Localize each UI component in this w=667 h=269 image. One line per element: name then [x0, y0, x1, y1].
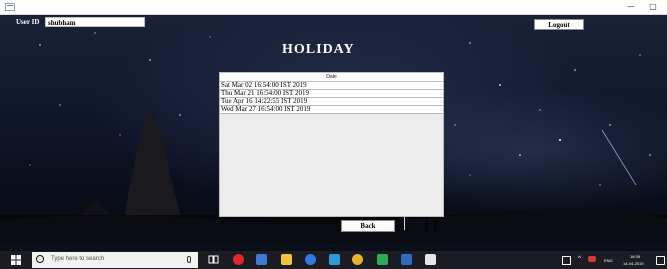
- clock-date[interactable]: 14-04-2019: [623, 261, 643, 266]
- java-app-icon[interactable]: [425, 254, 436, 265]
- opera-icon[interactable]: [233, 254, 244, 265]
- user-id-field[interactable]: shubham: [45, 17, 145, 27]
- page-title: HOLIDAY: [282, 42, 355, 57]
- date-row[interactable]: Sat Mar 02 16:54:00 IST 2019: [220, 82, 443, 90]
- windows-start-icon[interactable]: [11, 255, 21, 265]
- chevron-up-icon[interactable]: ^: [578, 256, 581, 262]
- edge-icon[interactable]: [305, 254, 316, 265]
- minimize-button[interactable]: —: [624, 1, 638, 13]
- chrome-icon[interactable]: [352, 254, 363, 265]
- task-view-icon[interactable]: [208, 254, 219, 265]
- user-id-label: User ID: [16, 18, 40, 26]
- notification-icon[interactable]: [656, 256, 665, 265]
- java-app-icon: [5, 3, 15, 11]
- window-titlebar: — □: [0, 0, 667, 15]
- date-row[interactable]: Thu Mar 21 16:54:00 IST 2019: [220, 90, 443, 98]
- back-button[interactable]: Back: [341, 220, 395, 232]
- date-row[interactable]: Tue Apr 16 14:22:55 IST 2019: [220, 98, 443, 106]
- cortana-icon: [36, 255, 44, 263]
- network-icon[interactable]: [562, 256, 571, 265]
- date-row[interactable]: Wed Mar 27 16:54:00 IST 2019: [220, 106, 443, 114]
- taskbar: Type here to search ^ ENG 16:39 14-04-20…: [0, 251, 667, 269]
- language-indicator[interactable]: ENG: [604, 258, 613, 263]
- microphone-icon[interactable]: [187, 256, 191, 263]
- flag-icon[interactable]: [588, 256, 596, 262]
- maximize-button[interactable]: □: [646, 1, 660, 13]
- file-explorer-icon[interactable]: [281, 254, 292, 265]
- search-placeholder: Type here to search: [51, 256, 105, 262]
- holiday-date-list[interactable]: Date Sat Mar 02 16:54:00 IST 2019 Thu Ma…: [219, 72, 444, 217]
- store-icon[interactable]: [256, 254, 267, 265]
- clock-time[interactable]: 16:39: [630, 254, 640, 259]
- date-column-header[interactable]: Date: [220, 73, 443, 82]
- app-icon[interactable]: [377, 254, 388, 265]
- taskbar-search-box[interactable]: Type here to search: [32, 252, 198, 268]
- logout-button[interactable]: Logout: [534, 19, 584, 30]
- paint-icon[interactable]: [329, 254, 340, 265]
- app-icon[interactable]: [401, 254, 412, 265]
